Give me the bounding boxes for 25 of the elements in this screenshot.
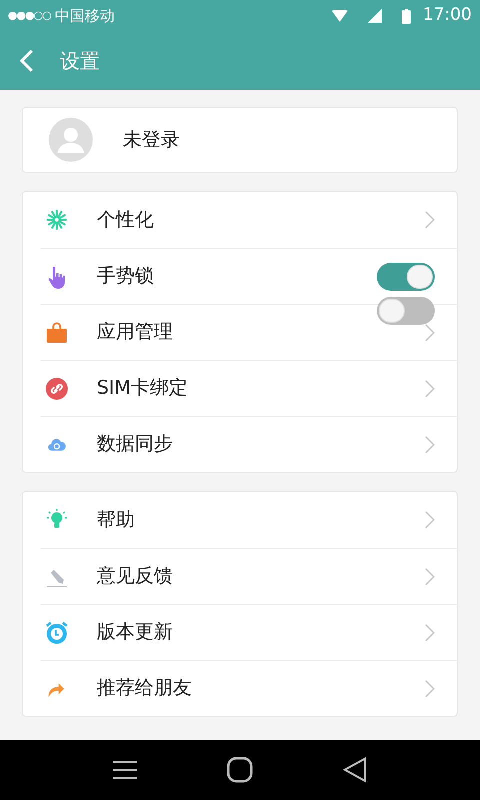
row-label: 帮助 (97, 508, 136, 533)
back-icon[interactable] (20, 49, 34, 73)
row-label: 推荐给朋友 (97, 676, 193, 702)
row-label: 手势锁 (97, 264, 155, 290)
toggle-switch[interactable] (377, 297, 435, 325)
row-label: 个性化 (97, 208, 155, 233)
home-icon[interactable] (227, 757, 253, 783)
wifi-icon (332, 10, 348, 22)
signal-dots: ●●●○○ (8, 8, 51, 24)
row-label: 意见反馈 (97, 564, 174, 590)
row-label: 版本更新 (97, 620, 174, 646)
back-triangle-icon[interactable] (343, 757, 367, 783)
cell-signal-icon (368, 9, 382, 23)
clock-time: 17:00 (423, 4, 472, 28)
login-status: 未登录 (123, 128, 180, 153)
toggle-switch[interactable] (377, 262, 435, 290)
battery-icon (402, 8, 411, 24)
avatar-icon (49, 118, 93, 162)
row-label: SIM卡绑定 (97, 376, 190, 402)
carrier-name: 中国移动 (55, 6, 115, 27)
menu-icon[interactable] (113, 760, 137, 780)
page-title: 设置 (60, 48, 100, 75)
row-label: 数据同步 (97, 432, 174, 458)
profile-card[interactable]: 未登录 (22, 107, 458, 173)
row-label: 应用管理 (97, 320, 174, 346)
